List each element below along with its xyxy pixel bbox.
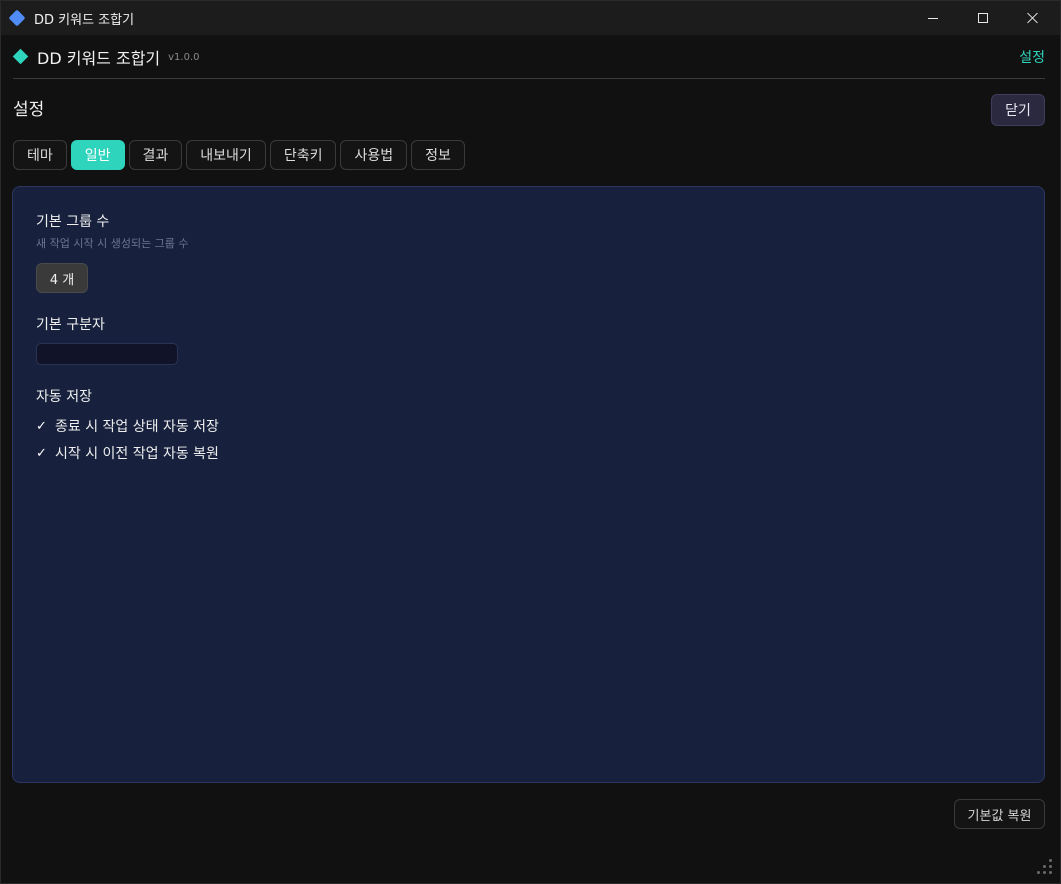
app-name: DD 키워드 조합기 bbox=[37, 48, 161, 68]
tab-general[interactable]: 일반 bbox=[70, 140, 125, 170]
close-icon bbox=[1027, 12, 1039, 24]
tab-results[interactable]: 결과 bbox=[128, 140, 183, 170]
autosave-on-exit-checkbox[interactable]: ✓ 종료 시 작업 상태 자동 저장 bbox=[36, 416, 219, 436]
tab-shortcuts[interactable]: 단축키 bbox=[269, 140, 337, 170]
checkmark-icon: ✓ bbox=[36, 418, 47, 434]
tab-info[interactable]: 정보 bbox=[411, 140, 465, 170]
tab-usage[interactable]: 사용법 bbox=[340, 140, 408, 170]
app-header: DD 키워드 조합기 v1.0.0 설정 bbox=[12, 35, 1045, 79]
settings-link[interactable]: 설정 bbox=[1019, 47, 1045, 67]
app-diamond-icon bbox=[8, 9, 26, 27]
maximize-button[interactable] bbox=[958, 1, 1008, 35]
title-bar[interactable]: DD 키워드 조합기 bbox=[1, 1, 1060, 35]
app-version: v1.0.0 bbox=[168, 52, 200, 63]
restore-on-start-label: 시작 시 이전 작업 자동 복원 bbox=[55, 446, 219, 462]
tab-export[interactable]: 내보내기 bbox=[186, 140, 266, 170]
general-settings-panel: 기본 그룹 수 새 작업 시작 시 생성되는 그룹 수 4 개 기본 구분자 자… bbox=[12, 186, 1045, 783]
reset-defaults-button[interactable]: 기본값 복원 bbox=[954, 799, 1045, 829]
logo-diamond-icon bbox=[12, 48, 29, 65]
separator-label: 기본 구분자 bbox=[36, 317, 105, 333]
autosave-label: 자동 저장 bbox=[36, 389, 92, 405]
tab-theme[interactable]: 테마 bbox=[13, 140, 67, 170]
checkmark-icon: ✓ bbox=[36, 445, 47, 461]
maximize-icon bbox=[978, 13, 988, 23]
group-count-description: 새 작업 시작 시 생성되는 그룹 수 bbox=[36, 237, 189, 250]
close-settings-button[interactable]: 닫기 bbox=[991, 94, 1045, 126]
page-title: 설정 bbox=[13, 100, 45, 120]
separator-input[interactable] bbox=[36, 343, 178, 365]
minimize-icon bbox=[928, 17, 938, 19]
window-title: DD 키워드 조합기 bbox=[34, 12, 135, 28]
group-count-select[interactable]: 4 개 bbox=[36, 263, 88, 293]
resize-grip-icon[interactable] bbox=[1037, 859, 1055, 877]
close-window-button[interactable] bbox=[1008, 1, 1058, 35]
settings-tabs: 테마 일반 결과 내보내기 단축키 사용법 정보 bbox=[13, 140, 465, 170]
restore-on-start-checkbox[interactable]: ✓ 시작 시 이전 작업 자동 복원 bbox=[36, 443, 219, 463]
minimize-button[interactable] bbox=[908, 1, 958, 35]
app-window: DD 키워드 조합기 DD 키워드 조합기 v1.0.0 설정 설정 닫기 테마… bbox=[0, 0, 1061, 884]
group-count-label: 기본 그룹 수 bbox=[36, 214, 110, 230]
autosave-on-exit-label: 종료 시 작업 상태 자동 저장 bbox=[55, 419, 219, 435]
